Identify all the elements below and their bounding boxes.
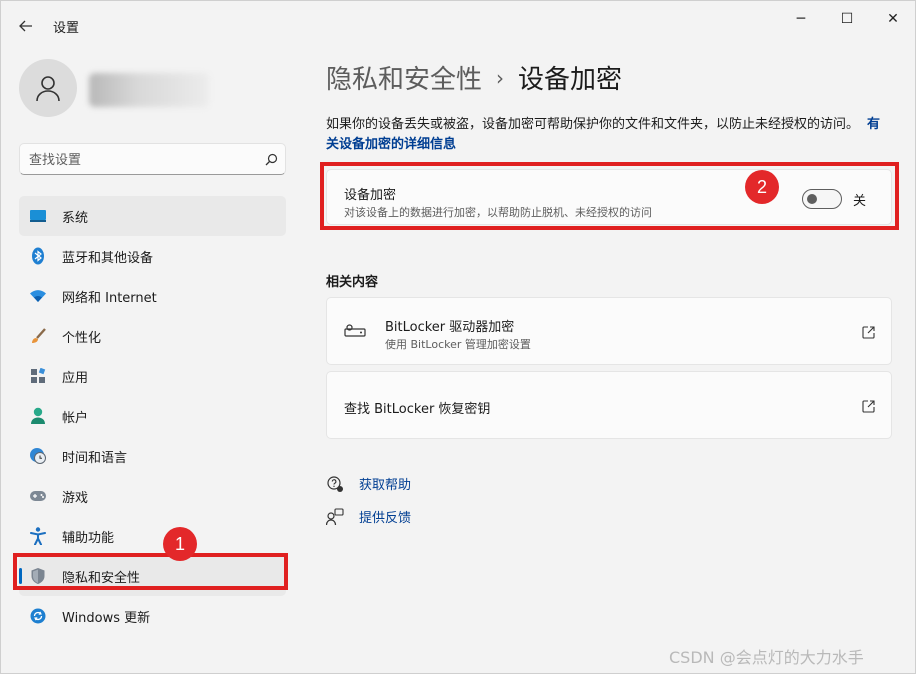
- sidebar-item-system[interactable]: 系统: [19, 196, 286, 236]
- sidebar-item-gaming[interactable]: 游戏: [19, 476, 286, 516]
- maximize-icon: ☐: [840, 11, 854, 27]
- windows-update-icon: [29, 607, 47, 625]
- clock-globe-icon: [29, 447, 47, 465]
- minimize-icon: ─: [796, 11, 806, 27]
- watermark: CSDN @会点灯的大力水手: [669, 648, 864, 667]
- account-icon: [29, 407, 47, 425]
- sidebar-item-label: 应用: [62, 370, 89, 386]
- breadcrumb-parent[interactable]: 隐私和安全性: [326, 59, 482, 96]
- external-link-icon: [860, 398, 876, 414]
- bitlocker-card[interactable]: BitLocker 驱动器加密 使用 BitLocker 管理加密设置: [326, 297, 892, 365]
- description-text: 如果你的设备丢失或被盗，设备加密可帮助保护你的文件和文件夹，以防止未经授权的访问…: [326, 117, 860, 132]
- title-bar: 设置 ─ ☐ ✕: [1, 1, 915, 45]
- sidebar-item-accessibility[interactable]: 辅助功能: [19, 516, 286, 556]
- chevron-right-icon: ›: [496, 65, 505, 90]
- key-drive-icon: [344, 322, 366, 340]
- bitlocker-title: BitLocker 驱动器加密: [385, 320, 515, 335]
- maximize-button[interactable]: ☐: [824, 7, 870, 31]
- related-content-heading: 相关内容: [326, 275, 379, 290]
- sidebar-item-label: 辅助功能: [62, 530, 115, 546]
- sidebar-item-windows-update[interactable]: Windows 更新: [19, 596, 286, 636]
- bluetooth-icon: [29, 247, 47, 265]
- accessibility-icon: [29, 527, 47, 545]
- bitlocker-subtitle: 使用 BitLocker 管理加密设置: [385, 338, 531, 351]
- sidebar-item-label: 游戏: [62, 490, 89, 506]
- breadcrumb: 隐私和安全性 › 设备加密: [326, 59, 622, 96]
- page-description: 如果你的设备丢失或被盗，设备加密可帮助保护你的文件和文件夹，以防止未经授权的访问…: [326, 115, 886, 155]
- page-title: 设备加密: [518, 65, 623, 95]
- back-arrow-icon: [19, 20, 32, 32]
- sidebar-item-label: Windows 更新: [62, 610, 151, 626]
- sidebar-item-label: 时间和语言: [62, 450, 128, 466]
- annotation-badge-1: 1: [163, 527, 197, 561]
- search-box[interactable]: [19, 143, 286, 175]
- sidebar-item-apps[interactable]: 应用: [19, 356, 286, 396]
- apps-icon: [29, 367, 47, 385]
- gamepad-icon: [29, 487, 47, 505]
- sidebar-item-label: 个性化: [62, 330, 102, 346]
- sidebar-item-bluetooth[interactable]: 蓝牙和其他设备: [19, 236, 286, 276]
- sidebar-item-personalization[interactable]: 个性化: [19, 316, 286, 356]
- search-icon[interactable]: [262, 150, 280, 168]
- user-name-blurred: [89, 73, 209, 107]
- recovery-key-title: 查找 BitLocker 恢复密钥: [344, 402, 491, 417]
- get-help-link[interactable]: 获取帮助: [326, 474, 411, 493]
- close-button[interactable]: ✕: [870, 7, 916, 31]
- give-feedback-link[interactable]: 提供反馈: [326, 507, 411, 526]
- app-title: 设置: [53, 21, 80, 36]
- annotation-box-encryption: [320, 162, 899, 230]
- back-button[interactable]: [13, 13, 39, 39]
- sidebar-item-label: 帐户: [62, 410, 89, 426]
- recovery-key-card[interactable]: 查找 BitLocker 恢复密钥: [326, 371, 892, 439]
- sidebar-item-label: 系统: [62, 210, 89, 226]
- sidebar-item-time-language[interactable]: 时间和语言: [19, 436, 286, 476]
- give-feedback-label: 提供反馈: [359, 511, 412, 526]
- search-input[interactable]: [29, 150, 249, 170]
- sidebar-item-accounts[interactable]: 帐户: [19, 396, 286, 436]
- annotation-badge-2: 2: [745, 170, 779, 204]
- paintbrush-icon: [29, 327, 47, 345]
- annotation-box-privacy: [13, 553, 288, 590]
- get-help-label: 获取帮助: [359, 478, 412, 493]
- sidebar-item-label: 蓝牙和其他设备: [62, 250, 154, 266]
- user-icon: [36, 76, 60, 102]
- settings-window: 设置 ─ ☐ ✕ 系统 蓝牙和其他设备 网络和 Internet 个性化: [0, 0, 916, 674]
- sidebar-item-network[interactable]: 网络和 Internet: [19, 276, 286, 316]
- sidebar-item-label: 网络和 Internet: [62, 290, 157, 306]
- external-link-icon: [860, 324, 876, 340]
- system-display-icon: [29, 207, 47, 225]
- wifi-icon: [29, 287, 47, 305]
- avatar[interactable]: [19, 59, 77, 117]
- minimize-button[interactable]: ─: [778, 7, 824, 31]
- close-icon: ✕: [887, 11, 899, 27]
- feedback-icon: [326, 507, 344, 526]
- help-icon: [326, 475, 344, 493]
